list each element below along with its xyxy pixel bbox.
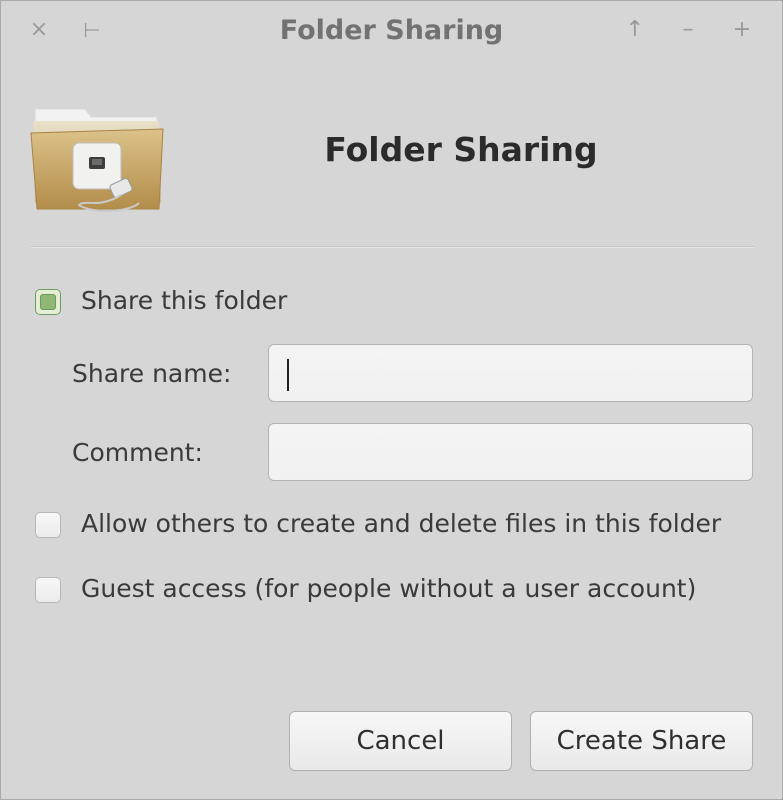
guest-access-checkbox[interactable] bbox=[35, 577, 61, 603]
allow-others-label[interactable]: Allow others to create and delete files … bbox=[81, 509, 721, 538]
folder-sharing-dialog: × ⊢ Folder Sharing ↑ – + Folder Sharing … bbox=[0, 0, 783, 800]
keep-above-icon[interactable]: ↑ bbox=[618, 13, 652, 47]
separator bbox=[31, 246, 754, 248]
allow-others-checkbox[interactable] bbox=[35, 512, 61, 538]
share-name-input[interactable] bbox=[268, 344, 753, 402]
minimize-icon[interactable]: – bbox=[671, 13, 705, 47]
comment-label: Comment: bbox=[72, 438, 203, 467]
shared-folder-icon bbox=[29, 99, 165, 215]
comment-field[interactable] bbox=[285, 424, 736, 480]
window-title: Folder Sharing bbox=[279, 15, 504, 46]
guest-access-label[interactable]: Guest access (for people without a user … bbox=[81, 574, 696, 603]
share-folder-label[interactable]: Share this folder bbox=[81, 286, 287, 315]
cancel-button[interactable]: Cancel bbox=[289, 711, 512, 771]
text-caret bbox=[287, 359, 289, 391]
header-title: Folder Sharing bbox=[324, 130, 598, 169]
titlebar: × ⊢ Folder Sharing ↑ – + bbox=[1, 1, 782, 63]
create-share-button[interactable]: Create Share bbox=[530, 711, 753, 771]
share-name-label: Share name: bbox=[72, 359, 232, 388]
share-folder-checkbox[interactable] bbox=[35, 289, 61, 315]
comment-input[interactable] bbox=[268, 423, 753, 481]
share-name-field[interactable] bbox=[285, 345, 736, 401]
check-mark-icon bbox=[40, 294, 56, 310]
maximize-icon[interactable]: + bbox=[725, 13, 759, 47]
